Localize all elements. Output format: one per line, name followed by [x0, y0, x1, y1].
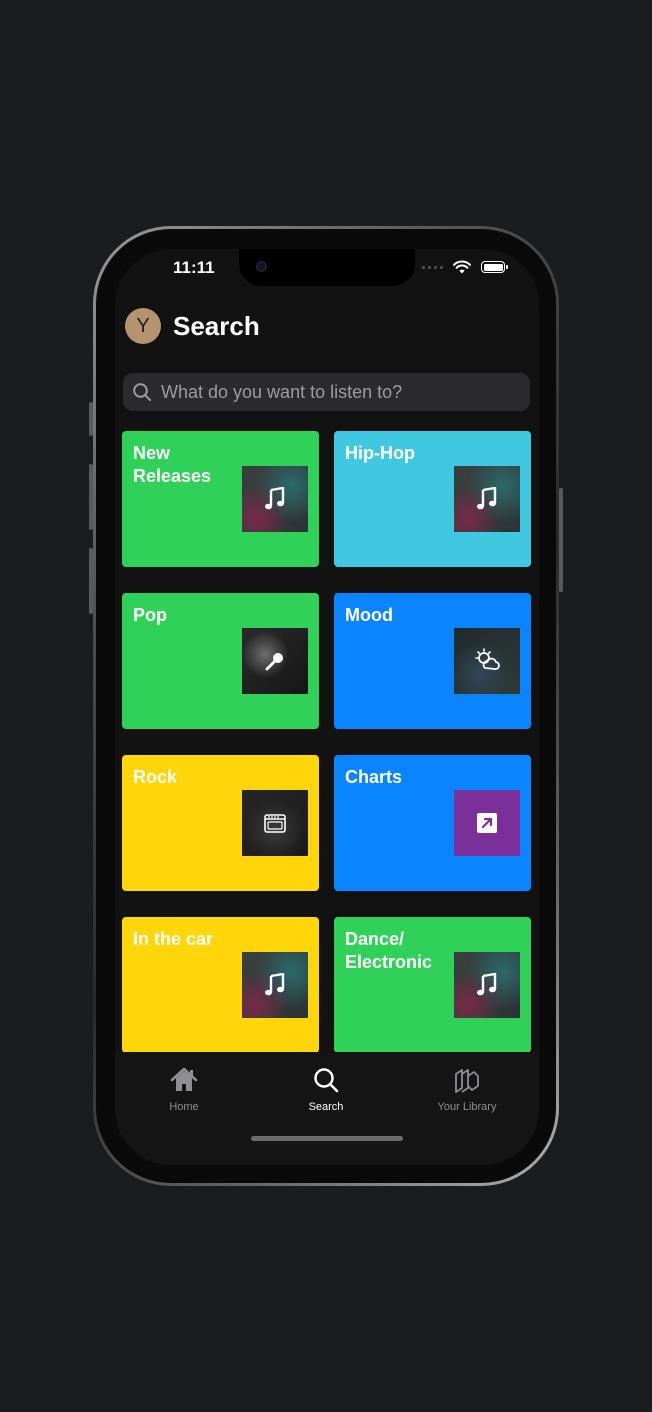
category-label: Hip-Hop: [345, 443, 415, 463]
category-tile-rock[interactable]: Rock: [122, 755, 319, 891]
category-artwork: [454, 790, 520, 856]
category-label: Mood: [345, 605, 393, 625]
category-tile-in-the-car[interactable]: In the car: [122, 917, 319, 1053]
search-input[interactable]: [159, 380, 503, 404]
search-bar[interactable]: [123, 373, 530, 411]
app-screen: 11:11 Y Search New Releases: [115, 249, 539, 1165]
category-label: Rock: [133, 767, 178, 787]
category-artwork: [454, 952, 520, 1018]
dynamic-island: [239, 249, 415, 286]
volume-up-button: [89, 464, 93, 530]
category-tile-dance-electronic[interactable]: Dance/ Electronic: [334, 917, 531, 1053]
front-camera: [256, 261, 267, 272]
tab-home-label: Home: [169, 1101, 199, 1113]
tab-library-label: Your Library: [437, 1101, 497, 1113]
status-time: 11:11: [173, 258, 215, 277]
category-artwork: [454, 628, 520, 694]
music-note-icon: [265, 973, 285, 996]
battery-icon: [481, 261, 508, 273]
search-icon: [314, 1068, 339, 1093]
tab-home[interactable]: Home: [124, 1066, 244, 1113]
page-title: Search: [173, 310, 260, 341]
music-note-icon: [477, 487, 497, 510]
music-note-icon: [477, 973, 497, 996]
category-tile-pop[interactable]: Pop: [122, 593, 319, 729]
mute-switch: [89, 402, 93, 436]
search-icon: [133, 383, 151, 401]
category-artwork: [242, 628, 308, 694]
category-tile-mood[interactable]: Mood: [334, 593, 531, 729]
category-tile-new-releases[interactable]: New Releases: [122, 431, 319, 567]
tab-library[interactable]: Your Library: [407, 1066, 527, 1113]
microphone-icon: [265, 653, 283, 671]
category-label: New Releases: [133, 443, 212, 486]
category-artwork: [242, 952, 308, 1018]
category-artwork: [242, 790, 308, 856]
cellular-signal-icon: [422, 265, 443, 269]
cloud-sun-icon: [475, 648, 500, 670]
header: Y Search: [125, 308, 260, 344]
volume-down-button: [89, 548, 93, 614]
music-note-icon: [265, 487, 285, 510]
amplifier-icon: [264, 814, 286, 833]
category-artwork: [242, 466, 308, 532]
tab-bar: Home Search Your Library: [115, 1052, 539, 1165]
status-indicators: [422, 260, 508, 274]
category-tile-charts[interactable]: Charts: [334, 755, 531, 891]
tab-search-label: Search: [308, 1101, 344, 1113]
home-icon: [170, 1067, 198, 1091]
category-artwork: [454, 466, 520, 532]
category-tile-hip-hop[interactable]: Hip-Hop: [334, 431, 531, 567]
avatar[interactable]: Y: [125, 308, 161, 344]
wifi-icon: [453, 260, 471, 274]
category-label: Charts: [345, 767, 403, 787]
arrow-up-right-icon: [477, 813, 497, 833]
home-indicator[interactable]: [251, 1136, 403, 1141]
category-label: Pop: [133, 605, 167, 625]
category-label: In the car: [133, 929, 214, 949]
category-label: Dance/ Electronic: [345, 929, 433, 972]
library-icon: [455, 1069, 479, 1093]
tab-search[interactable]: Search: [266, 1066, 386, 1113]
power-button: [559, 488, 563, 592]
